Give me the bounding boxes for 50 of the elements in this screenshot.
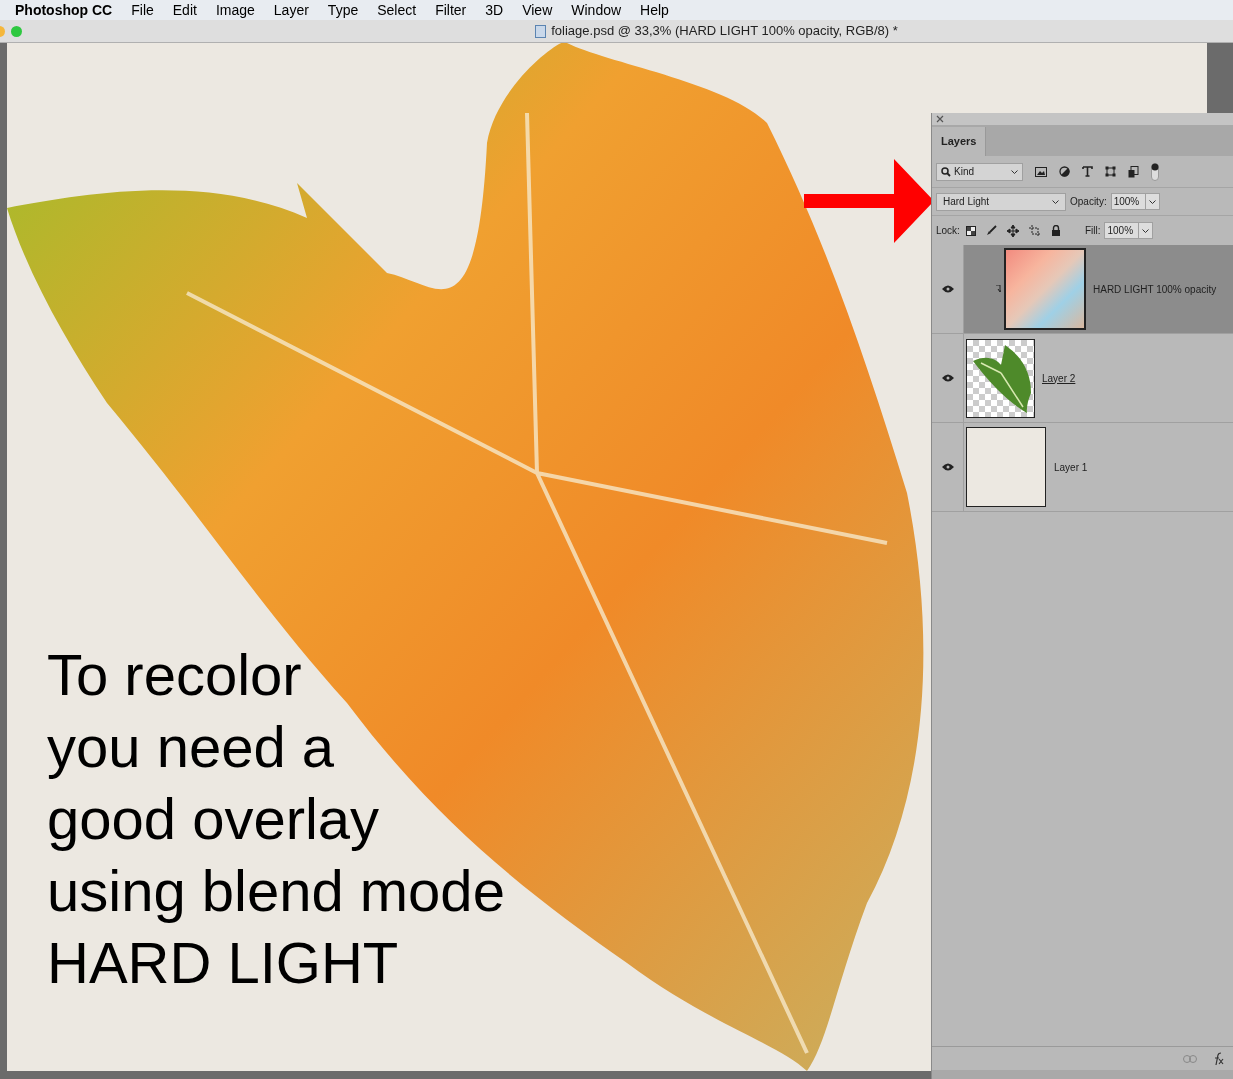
document-icon xyxy=(535,24,547,38)
eye-icon[interactable] xyxy=(941,374,954,382)
menu-item[interactable]: File xyxy=(131,0,154,21)
eye-icon[interactable] xyxy=(941,463,954,471)
chevron-down-icon[interactable] xyxy=(1142,228,1150,233)
shape-icon[interactable] xyxy=(1105,166,1116,177)
menu-item[interactable]: Filter xyxy=(435,0,467,21)
menu-item[interactable]: Help xyxy=(640,0,669,21)
layer-name[interactable]: Layer 2 xyxy=(1042,370,1076,386)
menu-item[interactable]: Edit xyxy=(172,0,197,21)
menu-item[interactable]: Window xyxy=(571,0,622,21)
menu-item[interactable]: Layer xyxy=(273,0,309,21)
image-icon[interactable] xyxy=(1035,166,1047,177)
opacity-label: Opacity: xyxy=(1070,195,1107,209)
document-title: foliage.psd @ 33,3% (HARD LIGHT 100% opacity, RGB/8) * xyxy=(551,22,898,41)
brush-icon[interactable] xyxy=(985,225,997,236)
layers-tab[interactable]: Layers xyxy=(932,127,987,156)
menu-item[interactable]: View xyxy=(522,0,553,21)
smart-object-icon[interactable] xyxy=(1128,165,1139,178)
app-menu[interactable]: Photoshop CC xyxy=(15,0,113,21)
lock-label: Lock: xyxy=(936,224,960,238)
chevron-down-icon xyxy=(1052,199,1059,204)
filter-dropdown[interactable]: Kind xyxy=(936,162,1023,181)
fill-field[interactable]: 100% xyxy=(1104,222,1154,239)
search-icon xyxy=(941,166,951,177)
layer-row[interactable]: HARD LIGHT 100% opacity xyxy=(932,245,1233,334)
scroll-bar[interactable] xyxy=(932,1070,1233,1079)
menu-item[interactable]: Image xyxy=(215,0,255,21)
menu-item[interactable]: Type xyxy=(327,0,359,21)
blend-mode-dropdown[interactable]: Hard Light xyxy=(936,192,1066,211)
toggle-icon[interactable] xyxy=(1151,162,1159,181)
type-icon[interactable] xyxy=(1082,166,1093,177)
chevron-down-icon xyxy=(1011,169,1018,174)
layer-row[interactable]: Layer 2 xyxy=(932,334,1233,423)
opacity-field[interactable]: 100% xyxy=(1110,193,1160,210)
caption-text: To recolor you need a good overlay using blend mode HARD LIGHT xyxy=(47,641,505,997)
move-icon[interactable] xyxy=(1006,224,1019,237)
layer-name[interactable]: HARD LIGHT 100% opacity xyxy=(1093,281,1217,297)
close-icon[interactable] xyxy=(936,115,944,123)
menu-item[interactable]: Select xyxy=(377,0,417,21)
half-circle-icon[interactable] xyxy=(1059,166,1070,177)
chevron-down-icon[interactable] xyxy=(1148,199,1156,204)
layer-name[interactable]: Layer 1 xyxy=(1054,459,1088,475)
fill-label: Fill: xyxy=(1084,224,1101,238)
layer-row[interactable]: Layer 1 xyxy=(932,423,1233,512)
eye-icon[interactable] xyxy=(941,285,954,293)
lock-icon[interactable] xyxy=(1050,225,1061,236)
arrow-icon xyxy=(804,159,934,243)
checker-icon[interactable] xyxy=(965,225,976,236)
menu-item[interactable]: 3D xyxy=(485,0,504,21)
